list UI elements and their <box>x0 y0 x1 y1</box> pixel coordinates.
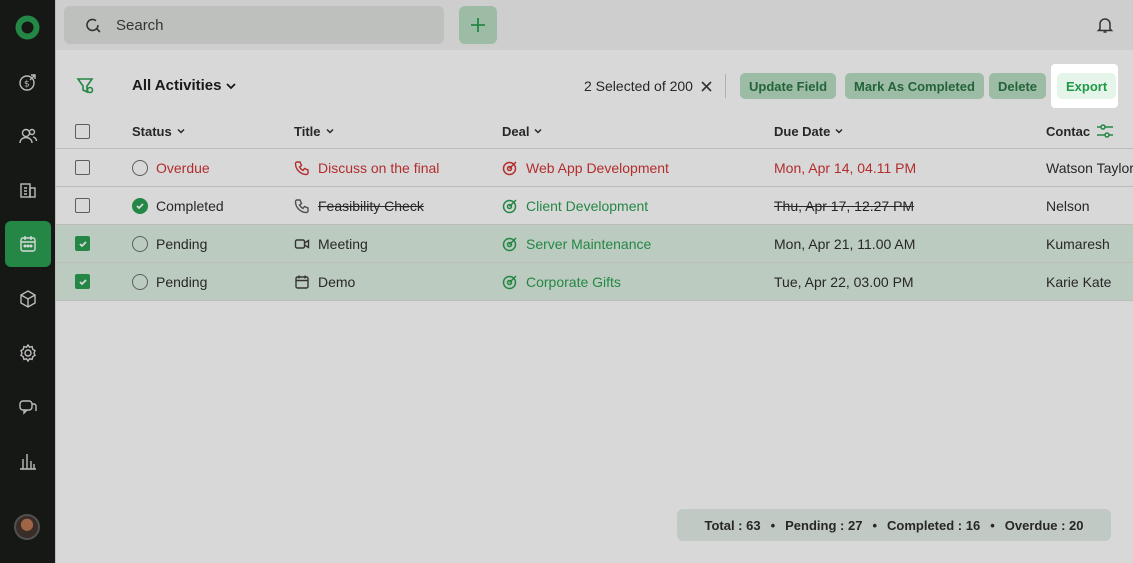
view-label: All Activities <box>132 77 222 94</box>
deal-link[interactable]: Corporate Gifts <box>526 274 621 290</box>
table-row[interactable]: Pending Meeting Server Maintenance Mon, … <box>56 225 1133 263</box>
video-icon <box>294 238 310 249</box>
svg-text:$: $ <box>24 80 30 90</box>
summary-pending: Pending : 27 <box>785 517 863 533</box>
row-checkbox[interactable] <box>75 236 90 251</box>
companies-icon[interactable] <box>5 167 51 213</box>
top-bar <box>56 0 1133 50</box>
status-text: Pending <box>156 235 208 252</box>
due-date: Thu, Apr 17, 12.27 PM <box>774 197 915 214</box>
view-selector[interactable]: All Activities <box>132 77 237 94</box>
row-checkbox[interactable] <box>75 198 90 213</box>
contacts-icon[interactable] <box>5 113 51 159</box>
row-checkbox[interactable] <box>75 274 90 289</box>
sidebar: $ <box>0 0 55 563</box>
activity-title[interactable]: Feasibility Check <box>318 198 424 214</box>
avatar[interactable] <box>14 514 40 540</box>
status-circle-icon[interactable] <box>132 235 148 252</box>
logo-icon[interactable] <box>14 14 41 41</box>
chevron-down-icon <box>835 128 843 134</box>
contact-name[interactable]: Karie Kate <box>1046 274 1111 290</box>
contact-name[interactable]: Nelson <box>1046 198 1090 214</box>
calendar-icon[interactable] <box>5 221 51 267</box>
plus-icon <box>471 18 485 32</box>
add-button[interactable] <box>459 6 497 44</box>
due-date: Mon, Apr 14, 04.11 PM <box>774 159 917 176</box>
target-icon <box>502 274 517 289</box>
contact-name[interactable]: Watson Taylor <box>1046 160 1133 176</box>
summary-bar: Total : 63 • Pending : 27 • Completed : 16… <box>677 509 1111 541</box>
phone-icon <box>294 198 309 213</box>
target-icon <box>502 160 517 175</box>
target-icon <box>502 198 517 213</box>
chevron-down-icon <box>177 128 185 134</box>
table-header: Status Title Deal Due Date Contac <box>56 114 1133 149</box>
deal-link[interactable]: Web App Development <box>526 160 669 176</box>
due-date: Tue, Apr 22, 03.00 PM <box>774 273 914 290</box>
table-row[interactable]: Pending Demo Corporate Gifts Tue, Apr 22… <box>56 263 1133 301</box>
deal-link[interactable]: Server Maintenance <box>526 236 651 252</box>
close-icon[interactable] <box>701 80 712 92</box>
search-icon <box>86 18 101 33</box>
bell-icon[interactable] <box>1096 16 1114 34</box>
status-text: Pending <box>156 273 208 290</box>
search-input[interactable] <box>116 16 416 34</box>
header-status[interactable]: Status <box>132 114 186 148</box>
table-row[interactable]: Overdue Discuss on the final Web App Dev… <box>56 149 1133 187</box>
activity-title[interactable]: Demo <box>318 274 355 290</box>
mark-completed-button[interactable]: Mark As Completed <box>845 73 984 99</box>
settings-icon[interactable] <box>5 330 51 376</box>
filter-icon[interactable] <box>76 77 94 95</box>
export-button[interactable]: Export <box>1057 73 1117 99</box>
chevron-down-icon <box>325 128 334 134</box>
contact-name[interactable]: Kumaresh <box>1046 236 1110 252</box>
update-field-button[interactable]: Update Field <box>740 73 837 99</box>
header-deal[interactable]: Deal <box>502 114 543 148</box>
search-box[interactable] <box>64 6 444 44</box>
header-due-date[interactable]: Due Date <box>774 114 844 148</box>
divider <box>725 74 726 98</box>
summary-total: Total : 63 <box>704 517 761 533</box>
selection-label: 2 Selected of 200 <box>584 78 693 94</box>
summary-overdue: Overdue : 20 <box>1004 517 1084 533</box>
chevron-down-icon <box>226 82 237 89</box>
select-all-checkbox[interactable] <box>75 123 90 139</box>
table-row[interactable]: Completed Feasibility Check Client Devel… <box>56 187 1133 225</box>
check-circle-icon[interactable] <box>132 197 148 214</box>
status-circle-icon[interactable] <box>132 159 148 176</box>
chevron-down-icon <box>534 128 542 134</box>
reports-icon[interactable] <box>5 438 51 484</box>
row-checkbox[interactable] <box>75 160 90 175</box>
toolbar: All Activities 2 Selected of 200 Update … <box>56 60 1133 112</box>
chat-icon[interactable] <box>5 384 51 430</box>
export-highlight: Export <box>1051 64 1118 108</box>
main-panel: All Activities 2 Selected of 200 Update … <box>55 0 1133 563</box>
status-text: Completed <box>156 197 224 214</box>
status-text: Overdue <box>156 159 210 176</box>
activity-title[interactable]: Meeting <box>318 236 368 252</box>
target-icon <box>502 236 517 251</box>
calendar-icon <box>295 275 309 289</box>
phone-icon <box>294 160 309 175</box>
deal-link[interactable]: Client Development <box>526 198 648 214</box>
delete-button[interactable]: Delete <box>989 73 1047 99</box>
header-contact[interactable]: Contac <box>1046 114 1090 148</box>
products-icon[interactable] <box>5 276 51 322</box>
activity-title[interactable]: Discuss on the final <box>318 160 439 176</box>
selection-count: 2 Selected of 200 <box>584 78 712 94</box>
header-title[interactable]: Title <box>294 114 335 148</box>
column-settings-icon[interactable] <box>1096 122 1114 140</box>
deals-icon[interactable]: $ <box>5 59 51 105</box>
summary-completed: Completed : 16 <box>887 517 981 533</box>
due-date: Mon, Apr 21, 11.00 AM <box>774 235 916 252</box>
status-circle-icon[interactable] <box>132 273 148 290</box>
